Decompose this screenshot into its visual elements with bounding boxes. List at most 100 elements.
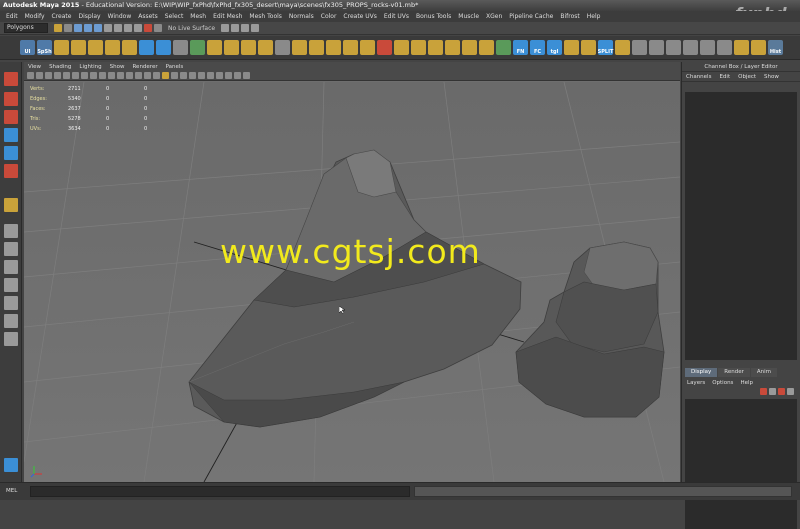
tab-anim[interactable]: Anim (750, 368, 778, 377)
anti-alias-icon[interactable] (198, 72, 205, 79)
menu-edit-uvs[interactable]: Edit UVs (384, 13, 409, 20)
gate-mask-icon[interactable] (90, 72, 97, 79)
shelf-mesh-5-icon[interactable] (292, 40, 307, 55)
shadows-icon[interactable] (171, 72, 178, 79)
menu-select[interactable]: Select (165, 13, 184, 20)
small-rock-mesh[interactable] (515, 241, 665, 418)
shelf-fc-icon[interactable]: FC (530, 40, 545, 55)
channel-box-area[interactable] (685, 92, 797, 360)
rotate-tool-icon[interactable] (4, 146, 18, 160)
tab-display[interactable]: Display (685, 368, 718, 377)
move-tool-icon[interactable] (4, 128, 18, 142)
live-surface-label[interactable]: No Live Surface (168, 25, 215, 32)
shelf-hist-icon[interactable]: Hist (768, 40, 783, 55)
layout-four-icon[interactable] (4, 242, 18, 256)
large-rock-mesh[interactable] (188, 149, 522, 428)
shelf-delete-icon[interactable] (377, 40, 392, 55)
select-tool-icon[interactable] (4, 72, 18, 86)
motion-blur-icon[interactable] (189, 72, 196, 79)
snap-plane-icon[interactable] (134, 24, 142, 32)
cb-menu-channels[interactable]: Channels (686, 74, 711, 80)
shelf-mesh-4-icon[interactable] (258, 40, 273, 55)
shelf-checker-3-icon[interactable] (666, 40, 681, 55)
shelf-mesh-18-icon[interactable] (581, 40, 596, 55)
save-scene-icon[interactable] (64, 24, 72, 32)
vp-menu-renderer[interactable]: Renderer (132, 64, 157, 70)
paint-select-tool-icon[interactable] (4, 110, 18, 124)
shelf-mesh-2-icon[interactable] (224, 40, 239, 55)
lasso-tool-icon[interactable] (4, 92, 18, 106)
vp-menu-shading[interactable]: Shading (49, 64, 71, 70)
depth-of-field-icon[interactable] (207, 72, 214, 79)
menu-display[interactable]: Display (78, 13, 100, 20)
shelf-mesh-17-icon[interactable] (564, 40, 579, 55)
cb-menu-show[interactable]: Show (764, 74, 779, 80)
layout-hypershade-icon[interactable] (4, 332, 18, 346)
backface-icon[interactable] (243, 72, 250, 79)
open-scene-icon[interactable] (54, 24, 62, 32)
layer-menu-layers[interactable]: Layers (687, 380, 705, 386)
shelf-pivot-icon[interactable] (275, 40, 290, 55)
vp-menu-panels[interactable]: Panels (166, 64, 184, 70)
layout-two-stack-icon[interactable] (4, 278, 18, 292)
film-gate-icon[interactable] (72, 72, 79, 79)
shelf-mesh-11-icon[interactable] (411, 40, 426, 55)
vp-menu-lighting[interactable]: Lighting (79, 64, 101, 70)
menu-color[interactable]: Color (321, 13, 337, 20)
history-icon[interactable] (154, 24, 162, 32)
snap-curve-icon[interactable] (114, 24, 122, 32)
shelf-add-icon[interactable] (190, 40, 205, 55)
render-settings-icon[interactable] (251, 24, 260, 32)
textured-icon[interactable] (153, 72, 160, 79)
shelf-mesh-20-icon[interactable] (734, 40, 749, 55)
mode-dropdown[interactable]: Polygons (4, 23, 48, 33)
shelf-cylinder-icon[interactable] (71, 40, 86, 55)
menu-create-uvs[interactable]: Create UVs (343, 13, 376, 20)
new-layer-icon[interactable] (769, 388, 776, 395)
image-plane-icon[interactable] (54, 72, 61, 79)
shelf-mesh-13-icon[interactable] (445, 40, 460, 55)
shelf-sphere-icon[interactable] (173, 40, 188, 55)
shelf-tgl-icon[interactable]: tgl (547, 40, 562, 55)
menu-help[interactable]: Help (587, 13, 601, 20)
shelf-mesh-7-icon[interactable] (326, 40, 341, 55)
field-chart-icon[interactable] (99, 72, 106, 79)
shelf-mesh-16-icon[interactable] (496, 40, 511, 55)
shelf-checker-4-icon[interactable] (683, 40, 698, 55)
shelf-split-icon[interactable]: SPLIT (598, 40, 613, 55)
select-component-icon[interactable] (94, 24, 102, 32)
safe-title-icon[interactable] (117, 72, 124, 79)
menu-mesh[interactable]: Mesh (190, 13, 206, 20)
wireframe-icon[interactable] (126, 72, 133, 79)
shelf-mesh-3-icon[interactable] (241, 40, 256, 55)
magnet-icon[interactable] (144, 24, 152, 32)
shelf-curve-icon[interactable] (139, 40, 154, 55)
shelf-checker-2-icon[interactable] (649, 40, 664, 55)
shelf-fn-icon[interactable]: FN (513, 40, 528, 55)
camera-attr-icon[interactable] (36, 72, 43, 79)
menu-xgen[interactable]: XGen (486, 13, 502, 20)
last-tool-icon[interactable] (4, 198, 18, 212)
menu-pipeline-cache[interactable]: Pipeline Cache (509, 13, 553, 20)
xray-joints-icon[interactable] (234, 72, 241, 79)
shelf-mesh-14-icon[interactable] (462, 40, 477, 55)
shelf-ui-icon[interactable]: UI (20, 40, 35, 55)
isolate-select-icon[interactable] (216, 72, 223, 79)
menu-modify[interactable]: Modify (25, 13, 45, 20)
shelf-checker-6-icon[interactable] (717, 40, 732, 55)
home-icon[interactable] (4, 458, 18, 472)
vp-menu-view[interactable]: View (28, 64, 41, 70)
shelf-plane-icon[interactable] (88, 40, 103, 55)
xray-icon[interactable] (225, 72, 232, 79)
resolution-gate-icon[interactable] (81, 72, 88, 79)
wire-on-shaded-icon[interactable] (144, 72, 151, 79)
layout-single-icon[interactable] (4, 224, 18, 238)
command-input[interactable] (30, 486, 410, 497)
render-view-icon[interactable] (221, 24, 230, 32)
menu-create[interactable]: Create (52, 13, 72, 20)
safe-action-icon[interactable] (108, 72, 115, 79)
select-hierarchy-icon[interactable] (74, 24, 82, 32)
menu-edit[interactable]: Edit (6, 13, 18, 20)
shelf-checker-1-icon[interactable] (632, 40, 647, 55)
viewport-canvas[interactable]: Verts: 2711 0 0 Edges: 5340 0 0 Faces: 2637 0 0 T… (24, 82, 680, 482)
